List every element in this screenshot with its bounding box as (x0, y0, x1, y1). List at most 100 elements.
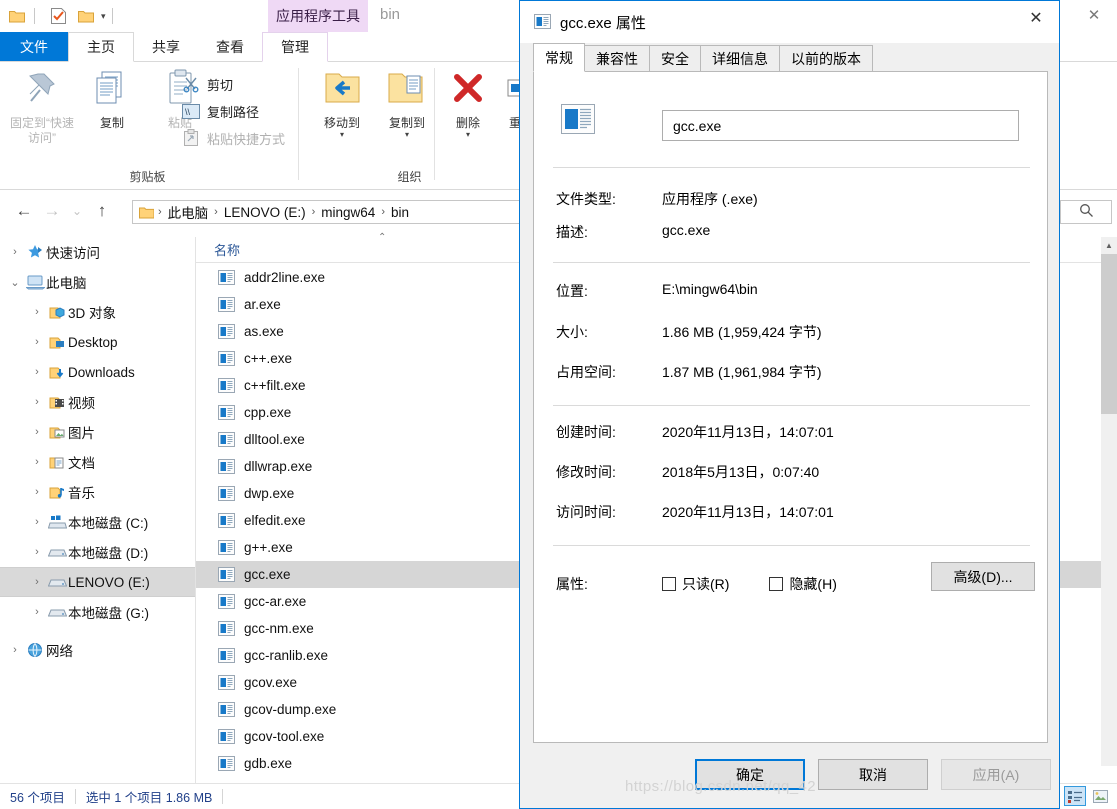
file-name-input[interactable]: gcc.exe (662, 110, 1019, 141)
dialog-title-bar[interactable]: gcc.exe 属性 ✕ (520, 1, 1059, 43)
field-label: 占用空间: (556, 364, 616, 380)
ribbon-group-divider-1 (298, 68, 299, 180)
copy-button[interactable]: 复制 (80, 68, 144, 131)
nav-item-drive-c[interactable]: › 本地磁盘 (C:) (0, 507, 196, 537)
breadcrumb-item-lenovo-e[interactable]: LENOVO (E:) (220, 205, 310, 220)
file-name: c++filt.exe (244, 378, 306, 393)
ribbon-group-clipboard: 固定到“快速访问” 复制 粘贴 剪切 \\ 复制路径 粘贴快捷方式 剪贴板 (0, 62, 295, 189)
nav-item-label-8: 文档 (68, 456, 95, 471)
folder-icon[interactable] (6, 5, 28, 27)
close-window-button[interactable]: ✕ (1071, 0, 1117, 30)
expander-icon-10[interactable]: › (28, 516, 46, 528)
apply-button[interactable]: 应用(A) (941, 759, 1051, 790)
breadcrumb-item-mingw64[interactable]: mingw64 (317, 205, 379, 220)
expander-icon[interactable]: › (6, 246, 24, 258)
expander-icon-3[interactable]: › (28, 306, 46, 318)
scrollbar-track[interactable] (1101, 414, 1117, 766)
details-view-icon[interactable] (1064, 786, 1086, 806)
nav-item-this-pc[interactable]: ⌄ 此电脑 (0, 267, 196, 297)
field-label: 访问时间: (556, 504, 616, 520)
tab-details[interactable]: 详细信息 (700, 45, 780, 72)
exe-icon-10 (214, 538, 238, 557)
chevron-down-icon-2[interactable]: ▾ (375, 131, 439, 139)
chevron-down-icon[interactable]: ▾ (310, 131, 374, 139)
close-icon[interactable]: ✕ (1013, 1, 1059, 35)
pin-to-quick-access-button[interactable]: 固定到“快速访问” (8, 68, 76, 146)
file-name: elfedit.exe (244, 513, 306, 528)
ribbon-tab-home[interactable]: 主页 (68, 32, 134, 62)
expander-icon-8[interactable]: › (28, 456, 46, 468)
contextual-tab-group-label: 应用程序工具 (268, 0, 368, 32)
field-value: 1.87 MB (1,961,984 字节) (662, 364, 822, 380)
cancel-button[interactable]: 取消 (818, 759, 928, 790)
divider-4 (553, 545, 1030, 546)
chevron-down-icon-3[interactable]: ▾ (436, 131, 500, 139)
readonly-checkbox[interactable]: 只读(R) (662, 574, 729, 594)
exe-icon-9 (214, 511, 238, 530)
expander-icon-14[interactable]: › (6, 644, 24, 656)
up-button[interactable]: ↑ (88, 197, 116, 225)
nav-item-3d-objects[interactable]: › 3D 对象 (0, 297, 196, 327)
nav-item-quick-access[interactable]: › 快速访问 (0, 237, 196, 267)
nav-item-music[interactable]: › 音乐 (0, 477, 196, 507)
hidden-checkbox[interactable]: 隐藏(H) (769, 574, 837, 594)
videos-icon (46, 393, 68, 411)
file-name: dlltool.exe (244, 432, 305, 447)
field-value-selected[interactable]: E:\mingw64\bin (662, 281, 758, 297)
expander-icon-7[interactable]: › (28, 426, 46, 438)
nav-item-network[interactable]: › 网络 (0, 635, 196, 665)
recent-locations-button[interactable]: ⌄ (66, 197, 88, 225)
customize-qat-caret[interactable]: ▾ (101, 11, 106, 22)
view-mode-buttons (1064, 786, 1111, 806)
tab-general[interactable]: 常规 (533, 43, 585, 72)
nav-item-drive-g[interactable]: › 本地磁盘 (G:) (0, 597, 196, 627)
nav-item-downloads[interactable]: › Downloads (0, 357, 196, 387)
file-list-scrollbar[interactable]: ▲ (1101, 237, 1117, 783)
move-to-button[interactable]: 移动到 ▾ (310, 68, 374, 139)
expander-icon-13[interactable]: › (28, 606, 46, 618)
scrollbar-thumb[interactable] (1101, 254, 1117, 414)
scroll-up-button[interactable]: ▲ (1101, 237, 1117, 254)
advanced-button[interactable]: 高级(D)... (931, 562, 1035, 591)
nav-item-documents[interactable]: › 文档 (0, 447, 196, 477)
expander-icon-12[interactable]: › (28, 576, 46, 588)
ribbon-tab-file[interactable]: 文件 (0, 32, 68, 62)
nav-item-lenovo-e[interactable]: › LENOVO (E:) (0, 567, 196, 597)
expander-icon-9[interactable]: › (28, 486, 46, 498)
tab-compatibility[interactable]: 兼容性 (584, 45, 650, 72)
column-header-name[interactable]: 名称 (214, 240, 240, 259)
breadcrumb-sep-0: › (158, 206, 162, 218)
cut-button[interactable]: 剪切 (180, 72, 233, 96)
expander-icon-11[interactable]: › (28, 546, 46, 558)
tab-previous-versions[interactable]: 以前的版本 (779, 45, 873, 72)
nav-item-videos[interactable]: › 视频 (0, 387, 196, 417)
forward-button[interactable]: → (38, 197, 66, 225)
nav-item-drive-d[interactable]: › 本地磁盘 (D:) (0, 537, 196, 567)
back-button[interactable]: ← (10, 197, 38, 225)
paste-shortcut-button[interactable]: 粘贴快捷方式 (180, 126, 285, 150)
copy-to-button[interactable]: 复制到 ▾ (375, 68, 439, 139)
checkbox-box-readonly[interactable] (662, 577, 676, 591)
tab-security[interactable]: 安全 (649, 45, 701, 72)
breadcrumb-item-bin[interactable]: bin (387, 205, 413, 220)
pin-to-quick-access-label: 固定到“快速访问” (10, 116, 74, 145)
expander-icon-2[interactable]: ⌄ (6, 276, 24, 289)
search-input[interactable] (1060, 200, 1112, 224)
ribbon-tab-view[interactable]: 查看 (198, 32, 262, 62)
nav-item-pictures[interactable]: › 图片 (0, 417, 196, 447)
delete-button[interactable]: 删除 ▾ (436, 68, 500, 139)
ribbon-tab-share[interactable]: 共享 (134, 32, 198, 62)
expander-icon-5[interactable]: › (28, 366, 46, 378)
properties-check-icon[interactable] (47, 5, 69, 27)
checkbox-box-hidden[interactable] (769, 577, 784, 591)
expander-icon-6[interactable]: › (28, 396, 46, 408)
ribbon-tab-manage[interactable]: 管理 (262, 32, 328, 62)
copy-path-button[interactable]: \\ 复制路径 (180, 99, 259, 123)
expander-icon-4[interactable]: › (28, 336, 46, 348)
drive-icon-2 (46, 573, 68, 591)
new-folder-icon[interactable] (75, 5, 97, 27)
large-icons-view-icon[interactable] (1089, 786, 1111, 806)
field-value: 2020年11月13日，14:07:01 (662, 424, 834, 440)
nav-item-desktop[interactable]: › Desktop (0, 327, 196, 357)
breadcrumb-item-this-pc[interactable]: 此电脑 (164, 202, 213, 222)
